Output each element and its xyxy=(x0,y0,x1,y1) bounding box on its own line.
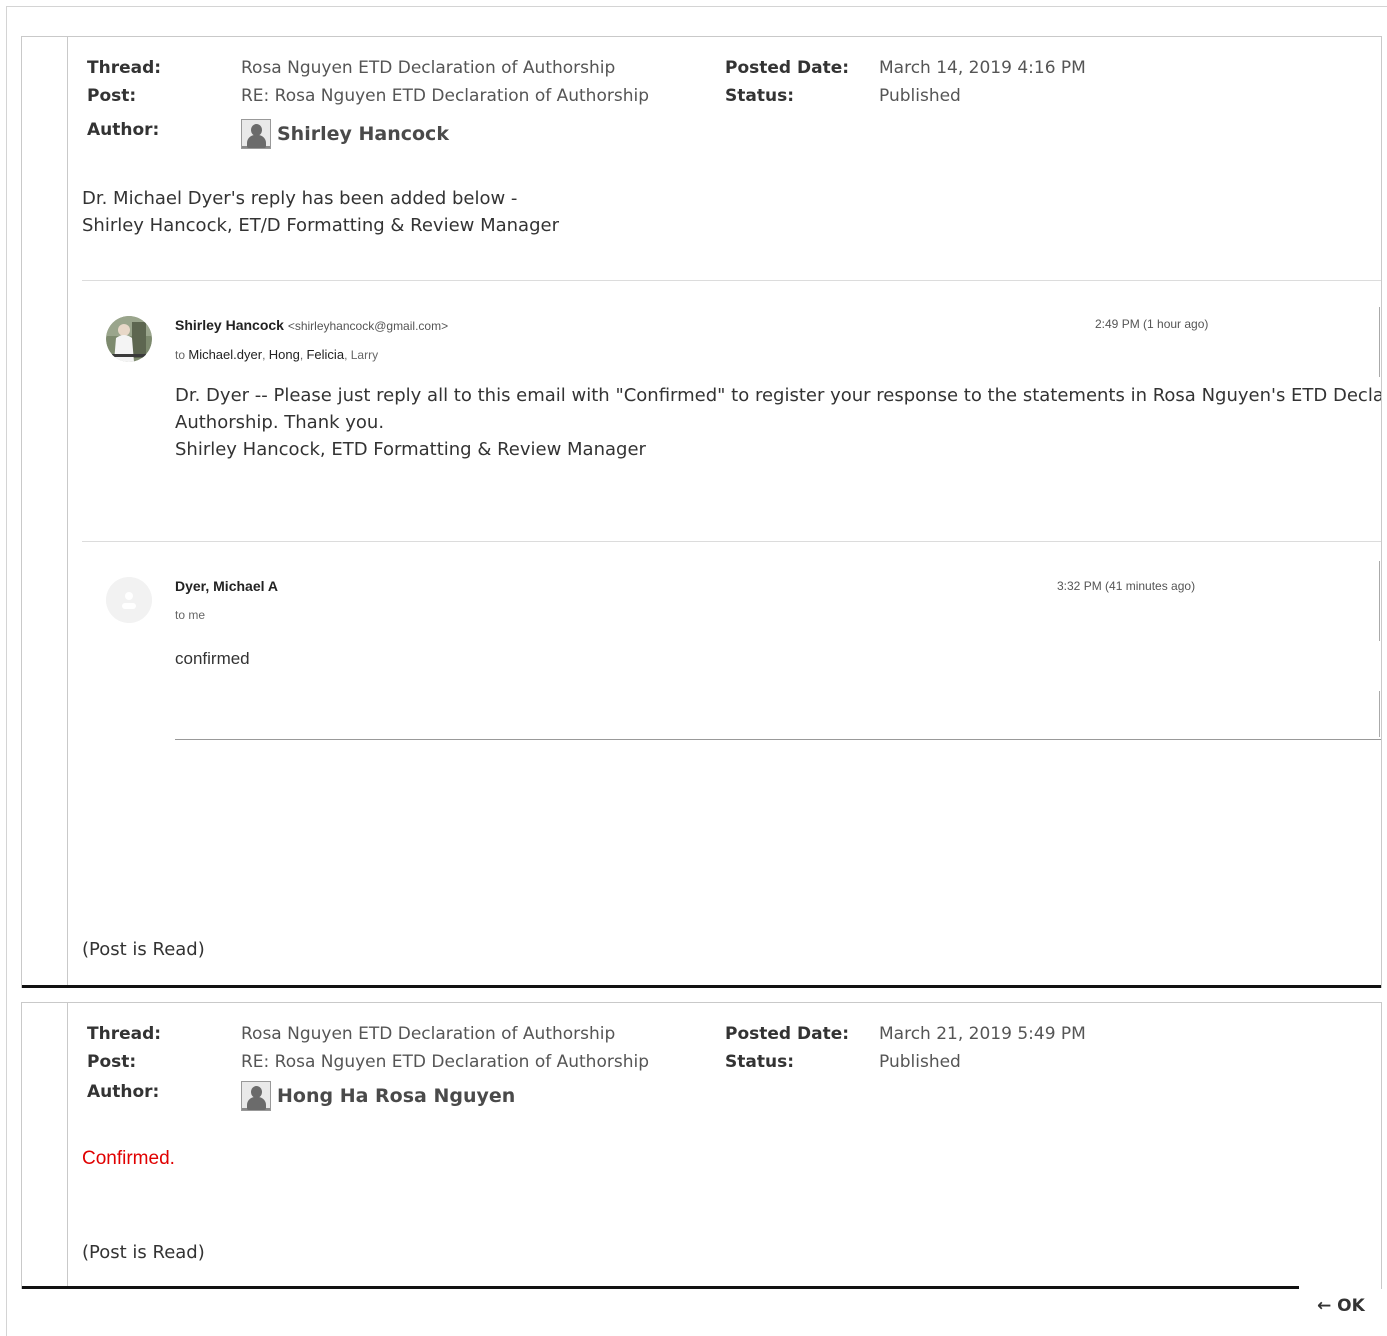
email-body-line: Authorship. Thank you. xyxy=(175,412,385,433)
posted-date-label: Posted Date: xyxy=(725,1024,850,1044)
to-prefix: to xyxy=(175,348,186,362)
post-card: Thread: Rosa Nguyen ETD Declaration of A… xyxy=(21,36,1382,988)
post-label: Post: xyxy=(87,86,137,106)
recipient: Larry xyxy=(350,348,379,362)
post-value: RE: Rosa Nguyen ETD Declaration of Autho… xyxy=(241,86,649,106)
email-recipients: to me xyxy=(175,608,206,622)
post-card: Thread: Rosa Nguyen ETD Declaration of A… xyxy=(21,1002,1382,1289)
divider xyxy=(82,280,1381,281)
sender-name: Dyer, Michael A xyxy=(175,578,278,594)
post-body-line: Dr. Michael Dyer's reply has been added … xyxy=(82,188,518,209)
posted-date-value: March 14, 2019 4:16 PM xyxy=(879,58,1086,78)
email-body-line: Shirley Hancock, ETD Formatting & Review… xyxy=(175,439,646,460)
author-name[interactable]: Hong Ha Rosa Nguyen xyxy=(277,1085,515,1107)
recipient: Hong xyxy=(268,347,300,362)
author-label: Author: xyxy=(87,120,160,140)
email-sender: Dyer, Michael A xyxy=(175,578,278,594)
posted-date-label: Posted Date: xyxy=(725,58,850,78)
thread-label: Thread: xyxy=(87,1024,162,1044)
thread-value: Rosa Nguyen ETD Declaration of Authorshi… xyxy=(241,58,616,78)
post-gutter xyxy=(67,1003,68,1289)
email-body-line: Dr. Dyer -- Please just reply all to thi… xyxy=(175,385,1382,406)
email-sender: Shirley Hancock <shirleyhancock@gmail.co… xyxy=(175,317,448,333)
posted-date-value: March 21, 2019 5:49 PM xyxy=(879,1024,1086,1044)
scroll-edge xyxy=(1379,691,1380,737)
status-value: Published xyxy=(879,1052,961,1072)
status-label: Status: xyxy=(725,86,794,106)
email-time: 3:32 PM (41 minutes ago) xyxy=(1057,579,1196,593)
author[interactable]: Shirley Hancock xyxy=(241,117,449,151)
sender-photo-avatar xyxy=(106,316,152,362)
post-gutter xyxy=(67,37,68,988)
user-avatar-icon xyxy=(241,119,271,149)
ok-button[interactable]: ← OK xyxy=(1317,1296,1365,1316)
default-user-avatar-icon xyxy=(106,577,152,623)
thread-label: Thread: xyxy=(87,58,162,78)
email-time: 2:49 PM (1 hour ago) xyxy=(1095,317,1209,331)
author[interactable]: Hong Ha Rosa Nguyen xyxy=(241,1079,515,1113)
scroll-edge xyxy=(1379,561,1380,641)
post-body-line: Shirley Hancock, ET/D Formatting & Revie… xyxy=(82,215,559,236)
post-body: Confirmed. xyxy=(82,1148,175,1169)
sender-email: <shirleyhancock@gmail.com> xyxy=(287,319,449,333)
thread-value: Rosa Nguyen ETD Declaration of Authorshi… xyxy=(241,1024,616,1044)
divider xyxy=(175,739,1381,740)
read-status: (Post is Read) xyxy=(82,939,205,960)
scroll-edge xyxy=(1379,307,1380,377)
post-bottom-border xyxy=(22,1286,1299,1289)
email-body: confirmed xyxy=(175,649,250,668)
read-status: (Post is Read) xyxy=(82,1242,205,1263)
author-label: Author: xyxy=(87,1082,160,1102)
recipient: Felicia xyxy=(306,347,345,362)
email-body: Dr. Dyer -- Please just reply all to thi… xyxy=(175,382,1382,463)
divider xyxy=(82,541,1381,542)
sender-name: Shirley Hancock xyxy=(175,317,284,333)
post-label: Post: xyxy=(87,1052,137,1072)
post-value: RE: Rosa Nguyen ETD Declaration of Autho… xyxy=(241,1052,649,1072)
status-label: Status: xyxy=(725,1052,794,1072)
status-value: Published xyxy=(879,86,961,106)
email-recipients: to Michael.dyer, Hong, Felicia, Larry xyxy=(175,347,379,362)
post-bottom-border xyxy=(22,985,1381,988)
author-name[interactable]: Shirley Hancock xyxy=(277,123,449,145)
post-body: Dr. Michael Dyer's reply has been added … xyxy=(82,185,559,239)
recipient: Michael.dyer xyxy=(188,347,263,362)
user-avatar-icon xyxy=(241,1081,271,1111)
